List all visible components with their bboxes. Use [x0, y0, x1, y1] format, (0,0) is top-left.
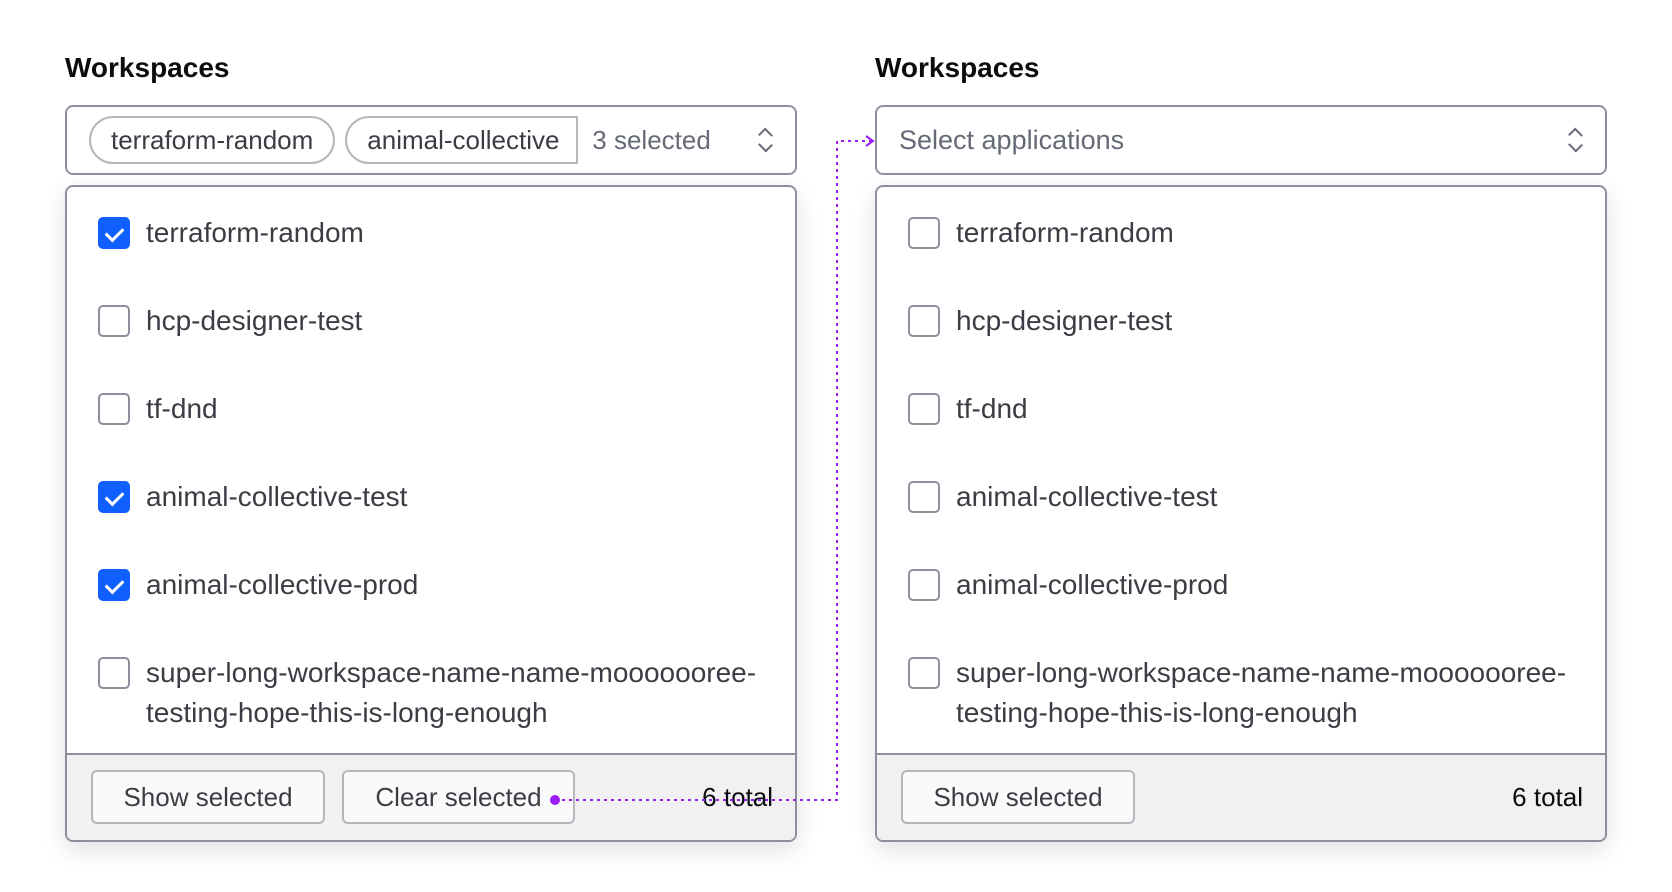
field-label: Workspaces	[875, 52, 1040, 83]
options-dropdown: terraform-random hcp-designer-test tf-dn…	[65, 185, 797, 842]
select-placeholder: Select applications	[899, 124, 1125, 155]
checkbox[interactable]	[98, 305, 130, 337]
chevron-up-down-icon	[755, 126, 775, 154]
option-item[interactable]: animal-collective-test	[98, 477, 407, 517]
checkbox[interactable]	[98, 657, 130, 689]
option-label: animal-collective-test	[146, 481, 408, 512]
checkbox[interactable]	[98, 393, 130, 425]
option-item[interactable]: tf-dnd	[98, 389, 218, 429]
option-label: animal-collective-prod	[956, 569, 1229, 600]
option-label: hcp-designer-test	[956, 305, 1173, 336]
total-count: 6 total	[1512, 782, 1583, 812]
selected-chip[interactable]: terraform-random	[89, 116, 336, 164]
field-label: Workspaces	[65, 52, 230, 83]
selected-chip[interactable]: animal-collective	[345, 116, 579, 164]
option-label: terraform-random	[956, 217, 1174, 248]
option-item[interactable]: hcp-designer-test	[908, 301, 1172, 341]
total-count: 6 total	[702, 782, 773, 812]
option-item[interactable]: animal-collective-prod	[98, 565, 418, 605]
option-item[interactable]: animal-collective-test	[908, 477, 1217, 517]
option-item[interactable]: animal-collective-prod	[908, 565, 1228, 605]
checkbox[interactable]	[908, 217, 940, 249]
option-item[interactable]: terraform-random	[908, 213, 1174, 253]
show-selected-button[interactable]: Show selected	[91, 770, 325, 824]
checkbox[interactable]	[98, 217, 130, 249]
option-label: tf-dnd	[146, 393, 218, 424]
select-trigger[interactable]: Select applications	[875, 105, 1607, 175]
checkbox[interactable]	[908, 393, 940, 425]
checkbox[interactable]	[908, 481, 940, 513]
option-item[interactable]: hcp-designer-test	[98, 301, 362, 341]
option-label: terraform-random	[146, 217, 364, 248]
show-selected-button[interactable]: Show selected	[901, 770, 1135, 824]
option-label: hcp-designer-test	[146, 305, 363, 336]
select-trigger[interactable]: terraform-random animal-collective 3 sel…	[65, 105, 797, 175]
option-item[interactable]: tf-dnd	[908, 389, 1028, 429]
arrow-right-icon	[865, 135, 875, 147]
option-label: animal-collective-test	[956, 481, 1218, 512]
option-label: animal-collective-prod	[146, 569, 419, 600]
selected-count: 3 selected	[592, 124, 711, 155]
checkbox[interactable]	[908, 657, 940, 689]
dropdown-footer: Show selected 6 total	[877, 753, 1605, 840]
chevron-up-down-icon	[1565, 126, 1585, 154]
option-label: super-long-workspace-name-name-moooooore…	[146, 657, 757, 728]
checkbox[interactable]	[908, 569, 940, 601]
checkbox[interactable]	[98, 569, 130, 601]
options-dropdown: terraform-random hcp-designer-test tf-dn…	[875, 185, 1607, 842]
option-item[interactable]: super-long-workspace-name-name-moooooore…	[908, 653, 1568, 733]
option-item[interactable]: super-long-workspace-name-name-moooooore…	[98, 653, 758, 733]
option-item[interactable]: terraform-random	[98, 213, 364, 253]
option-label: super-long-workspace-name-name-moooooore…	[956, 657, 1567, 728]
checkbox[interactable]	[908, 305, 940, 337]
option-label: tf-dnd	[956, 393, 1028, 424]
clear-selected-button[interactable]: Clear selected	[342, 770, 575, 824]
dropdown-footer: Show selected Clear selected 6 total	[67, 753, 795, 840]
checkbox[interactable]	[98, 481, 130, 513]
